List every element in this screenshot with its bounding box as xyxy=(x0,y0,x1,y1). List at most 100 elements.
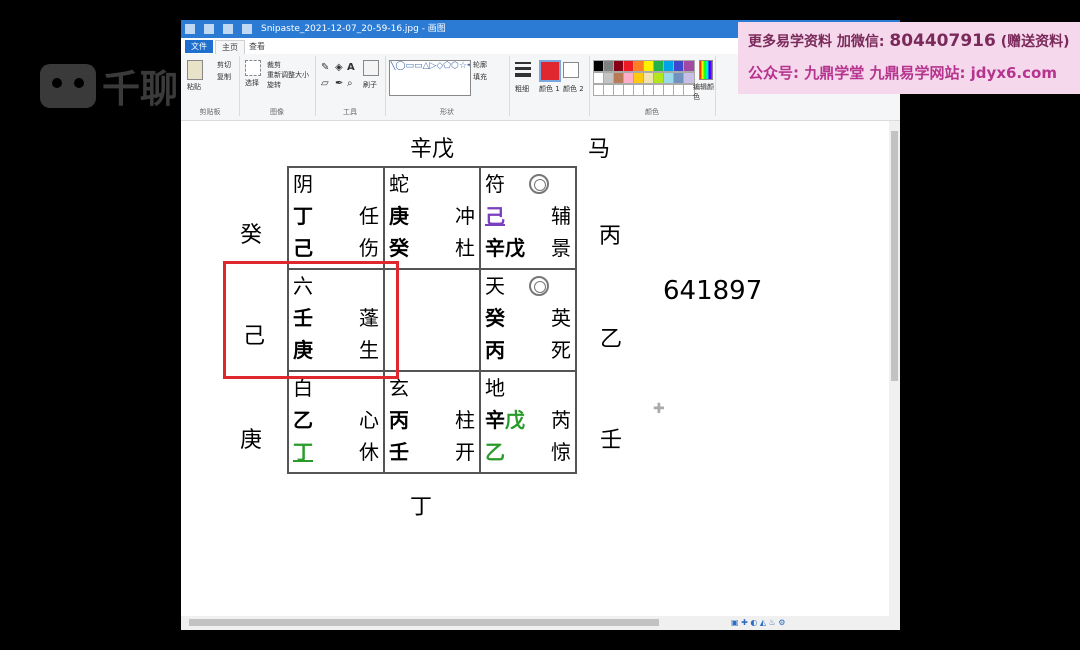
empty-marker-icon xyxy=(529,174,549,194)
tab-file[interactable]: 文件 xyxy=(185,40,213,53)
door: 死 xyxy=(551,338,571,362)
palace-r2c3: 天 癸 英 丙 死 xyxy=(480,269,576,371)
window-title: Snipaste_2021-12-07_20-59-16.jpg - 画图 xyxy=(261,24,446,34)
door: 景 xyxy=(551,236,571,260)
resize-button[interactable]: 重新调整大小 xyxy=(267,70,309,80)
paste-icon[interactable] xyxy=(187,60,203,80)
group-clipboard: 粘贴 剪切 复制 剪贴板 xyxy=(181,56,240,116)
ad-line1-prefix: 更多易学资料 加微信: xyxy=(748,34,885,50)
ad-banner: 更多易学资料 加微信: 804407916 (赠送资料) 公众号: 九鼎学堂 九… xyxy=(738,22,1080,94)
palace-r1c3: 符 己 辅 辛戊 景 xyxy=(480,167,576,269)
left-top-label: 癸 xyxy=(240,223,263,248)
status-zoom-controls[interactable]: ▣ ✚ ◐ ◭ ♨ ⚙ xyxy=(731,616,900,630)
vertical-scroll-thumb[interactable] xyxy=(891,131,898,381)
heaven-stem: 庚 xyxy=(389,204,409,228)
watermark-logo-icon xyxy=(40,63,96,108)
color1-swatch[interactable] xyxy=(539,60,561,82)
cursor-crosshair-icon: ✚ xyxy=(653,401,665,417)
crop-button[interactable]: 裁剪 xyxy=(267,60,281,70)
outline-button[interactable]: 轮廓 xyxy=(473,60,487,70)
star: 柱 xyxy=(455,408,475,432)
size-button[interactable]: 粗细 xyxy=(515,84,529,94)
heaven-stem: 辛 xyxy=(485,408,505,432)
heaven-stem-2: 戊 xyxy=(505,408,525,432)
door: 休 xyxy=(359,440,379,464)
color2-button[interactable]: 颜色 2 xyxy=(563,84,584,94)
brush-icon[interactable] xyxy=(363,60,379,76)
drawing-canvas[interactable]: 辛戊 马 癸 己 庚 丙 乙 壬 丁 641897 ✚ 阴 丁 任 己 伤 蛇 … xyxy=(181,121,889,616)
earth-stem: 壬 xyxy=(389,440,409,464)
deity: 符 xyxy=(485,172,505,196)
paste-button[interactable]: 粘贴 xyxy=(187,82,201,92)
redo-icon[interactable] xyxy=(241,24,252,34)
heaven-stem: 乙 xyxy=(293,408,313,432)
save-icon[interactable] xyxy=(203,24,214,34)
ad-line1: 更多易学资料 加微信: 804407916 (赠送资料) xyxy=(748,31,1070,51)
color1-button[interactable]: 颜色 1 xyxy=(539,84,560,94)
chart-number: 641897 xyxy=(663,276,763,306)
deity: 天 xyxy=(485,274,505,298)
heaven-stem: 丁 xyxy=(293,204,313,228)
select-icon[interactable] xyxy=(245,60,261,76)
tab-view[interactable]: 查看 xyxy=(243,40,271,53)
chart-top-label: 辛戊 xyxy=(410,137,455,162)
copy-button[interactable]: 复制 xyxy=(217,72,231,82)
color-picker-icon[interactable]: ✒ xyxy=(335,78,343,89)
shapes-gallery[interactable]: ╲◯▭▭△▷◇⬠⬡☆✚➜↷♡⚡▢ xyxy=(389,60,471,96)
horse-label: 马 xyxy=(588,137,611,162)
tab-home[interactable]: 主页 xyxy=(215,40,245,54)
left-bottom-label: 庚 xyxy=(240,428,263,453)
palace-r1c1: 阴 丁 任 己 伤 xyxy=(288,167,384,269)
clipboard-group-label: 剪贴板 xyxy=(199,108,221,116)
rotate-button[interactable]: 旋转 xyxy=(267,80,281,90)
star: 心 xyxy=(359,408,379,432)
fill-icon[interactable]: ◈ xyxy=(335,62,343,73)
tools-group-label: 工具 xyxy=(343,108,357,116)
canvas-area: 辛戊 马 癸 己 庚 丙 乙 壬 丁 641897 ✚ 阴 丁 任 己 伤 蛇 … xyxy=(181,121,900,616)
right-bottom-label: 壬 xyxy=(600,428,623,453)
palace-r3c3: 地 辛 戊 芮 乙 惊 xyxy=(480,371,576,473)
palace-r3c2: 玄 丙 柱 壬 开 xyxy=(384,371,480,473)
horizontal-scroll-thumb[interactable] xyxy=(189,619,659,626)
group-tools: ✎ ◈ A ▱ ✒ ⌕ 刷子 工具 xyxy=(315,56,386,116)
heaven-stem: 丙 xyxy=(389,408,409,432)
colors-group-label: 颜色 xyxy=(645,108,659,116)
right-top-label: 丙 xyxy=(599,224,622,249)
group-shapes: ╲◯▭▭△▷◇⬠⬡☆✚➜↷♡⚡▢ 轮廓 填充 形状 xyxy=(385,56,510,116)
deity: 玄 xyxy=(389,376,409,400)
app-icon xyxy=(185,24,195,34)
pencil-icon[interactable]: ✎ xyxy=(321,62,329,73)
edit-colors-button[interactable]: 编辑颜色 xyxy=(693,82,715,102)
eraser-icon[interactable]: ▱ xyxy=(321,78,329,89)
edit-colors-icon[interactable] xyxy=(699,60,713,80)
ad-line2: 公众号: 九鼎学堂 九鼎易学网站: jdyx6.com xyxy=(748,64,1057,82)
text-icon[interactable]: A xyxy=(347,62,355,73)
right-mid-label: 乙 xyxy=(600,327,623,352)
undo-icon[interactable] xyxy=(222,24,233,34)
deity: 白 xyxy=(293,376,313,400)
color2-swatch[interactable] xyxy=(563,62,579,78)
watermark: 千聊 xyxy=(40,58,178,113)
earth-stem: 乙 xyxy=(485,440,505,464)
shapes-group-label: 形状 xyxy=(440,108,454,116)
fill-button[interactable]: 填充 xyxy=(473,72,487,82)
brush-button[interactable]: 刷子 xyxy=(363,80,377,90)
star: 芮 xyxy=(551,408,571,432)
magnifier-icon[interactable]: ⌕ xyxy=(347,78,353,89)
earth-stem: 己 xyxy=(293,236,313,260)
select-button[interactable]: 选择 xyxy=(245,78,259,88)
group-colors: 编辑颜色 颜色 xyxy=(589,56,716,116)
cut-button[interactable]: 剪切 xyxy=(217,60,231,70)
group-image: 选择 裁剪 重新调整大小 旋转 图像 xyxy=(239,56,316,116)
palette-swatch[interactable] xyxy=(683,60,695,72)
ad-wechat-number: 804407916 xyxy=(889,31,996,51)
heaven-stem: 癸 xyxy=(485,306,505,330)
star: 冲 xyxy=(455,204,475,228)
door: 杜 xyxy=(455,236,475,260)
earth-stem: 丁 xyxy=(293,440,313,464)
door: 伤 xyxy=(359,236,379,260)
star: 任 xyxy=(359,204,379,228)
door: 惊 xyxy=(551,440,571,464)
empty-marker-icon xyxy=(529,276,549,296)
vertical-scrollbar[interactable] xyxy=(889,121,900,616)
